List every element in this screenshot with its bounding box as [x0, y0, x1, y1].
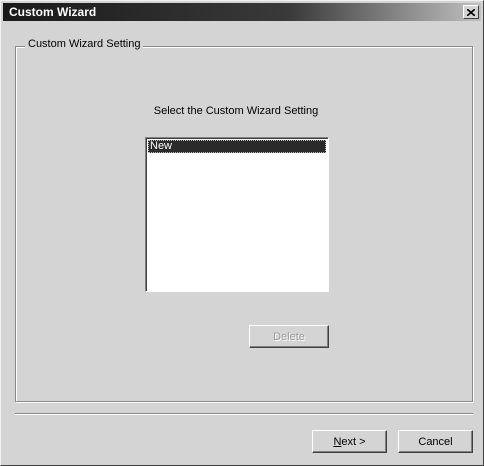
- next-button[interactable]: Next >: [312, 430, 387, 453]
- list-item[interactable]: New: [148, 140, 326, 153]
- close-icon: [467, 8, 475, 16]
- footer-separator: [15, 413, 473, 415]
- delete-button[interactable]: Delete: [249, 325, 329, 348]
- groupbox-label: Custom Wizard Setting: [25, 38, 144, 50]
- close-button[interactable]: [463, 5, 479, 19]
- prompt-label: Select the Custom Wizard Setting: [153, 105, 319, 117]
- cancel-button[interactable]: Cancel: [398, 430, 473, 453]
- custom-wizard-dialog: Custom Wizard Custom Wizard Setting Sele…: [0, 0, 484, 466]
- window-title: Custom Wizard: [9, 5, 97, 19]
- title-bar[interactable]: Custom Wizard: [3, 3, 481, 21]
- next-mnemonic: N: [333, 435, 342, 448]
- wizard-setting-listbox[interactable]: New: [145, 137, 329, 292]
- next-label: ext >: [341, 435, 366, 448]
